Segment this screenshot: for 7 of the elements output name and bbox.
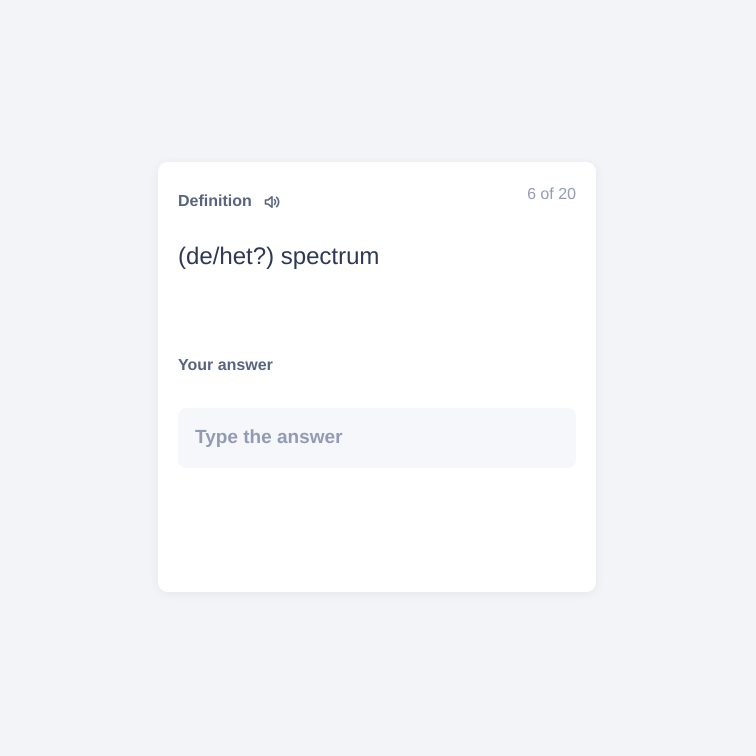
answer-label: Your answer — [178, 356, 274, 376]
answer-field[interactable]: Type the answer — [178, 408, 576, 468]
card-counter: 6 of 20 — [527, 185, 576, 205]
term-text: (de/het?) spectrum — [178, 242, 380, 272]
speaker-icon — [264, 195, 280, 209]
audio-button[interactable] — [264, 195, 280, 209]
prompt-label: Definition — [178, 192, 252, 212]
